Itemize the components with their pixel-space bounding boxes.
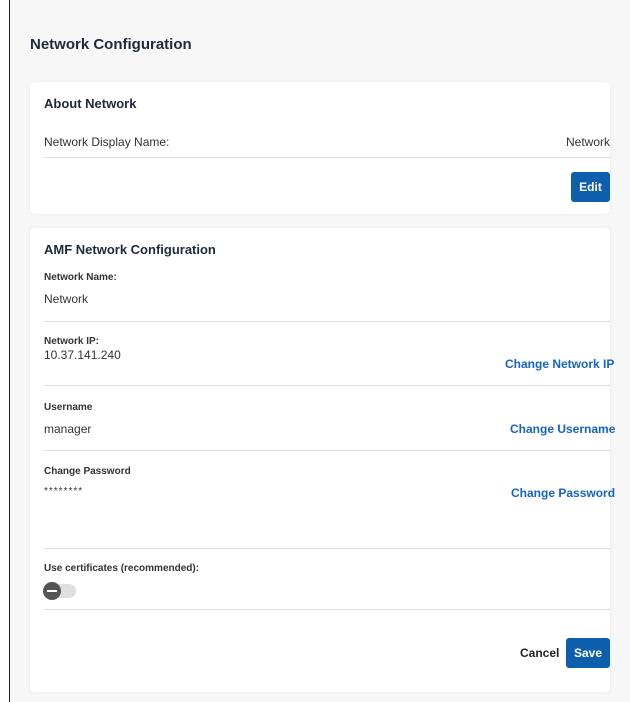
network-ip-value: 10.37.141.240 xyxy=(44,348,121,362)
username-label: Username xyxy=(44,402,93,413)
amf-network-config-title: AMF Network Configuration xyxy=(44,242,216,257)
cancel-button[interactable]: Cancel xyxy=(520,646,559,660)
toggle-knob xyxy=(43,582,61,600)
divider xyxy=(44,385,610,386)
page-frame: Network Configuration About Network Netw… xyxy=(9,0,630,702)
password-value: ******** xyxy=(44,486,84,497)
divider xyxy=(44,450,610,451)
use-certificates-toggle[interactable] xyxy=(43,582,76,600)
change-password-link[interactable]: Change Password xyxy=(511,486,615,500)
about-network-title: About Network xyxy=(44,96,137,111)
network-display-name-label: Network Display Name: xyxy=(44,135,170,149)
change-password-label: Change Password xyxy=(44,466,131,477)
network-ip-label: Network IP: xyxy=(44,336,100,347)
edit-button[interactable]: Edit xyxy=(571,172,610,202)
network-name-value: Network xyxy=(44,292,89,306)
save-button[interactable]: Save xyxy=(566,638,610,668)
network-display-name-value: Network xyxy=(565,135,610,149)
divider xyxy=(44,548,610,549)
about-network-card: About Network Network Display Name: Netw… xyxy=(30,82,610,214)
page-title: Network Configuration xyxy=(30,36,192,53)
divider xyxy=(44,609,610,610)
use-certificates-label: Use certificates (recommended): xyxy=(44,563,200,574)
change-network-ip-link[interactable]: Change Network IP xyxy=(505,357,614,371)
username-value: manager xyxy=(44,422,92,436)
network-name-label: Network Name: xyxy=(44,272,117,283)
divider xyxy=(44,157,610,158)
divider xyxy=(44,321,610,322)
amf-network-config-card: AMF Network Configuration Network Name: … xyxy=(30,228,615,692)
change-username-link[interactable]: Change Username xyxy=(510,422,615,436)
